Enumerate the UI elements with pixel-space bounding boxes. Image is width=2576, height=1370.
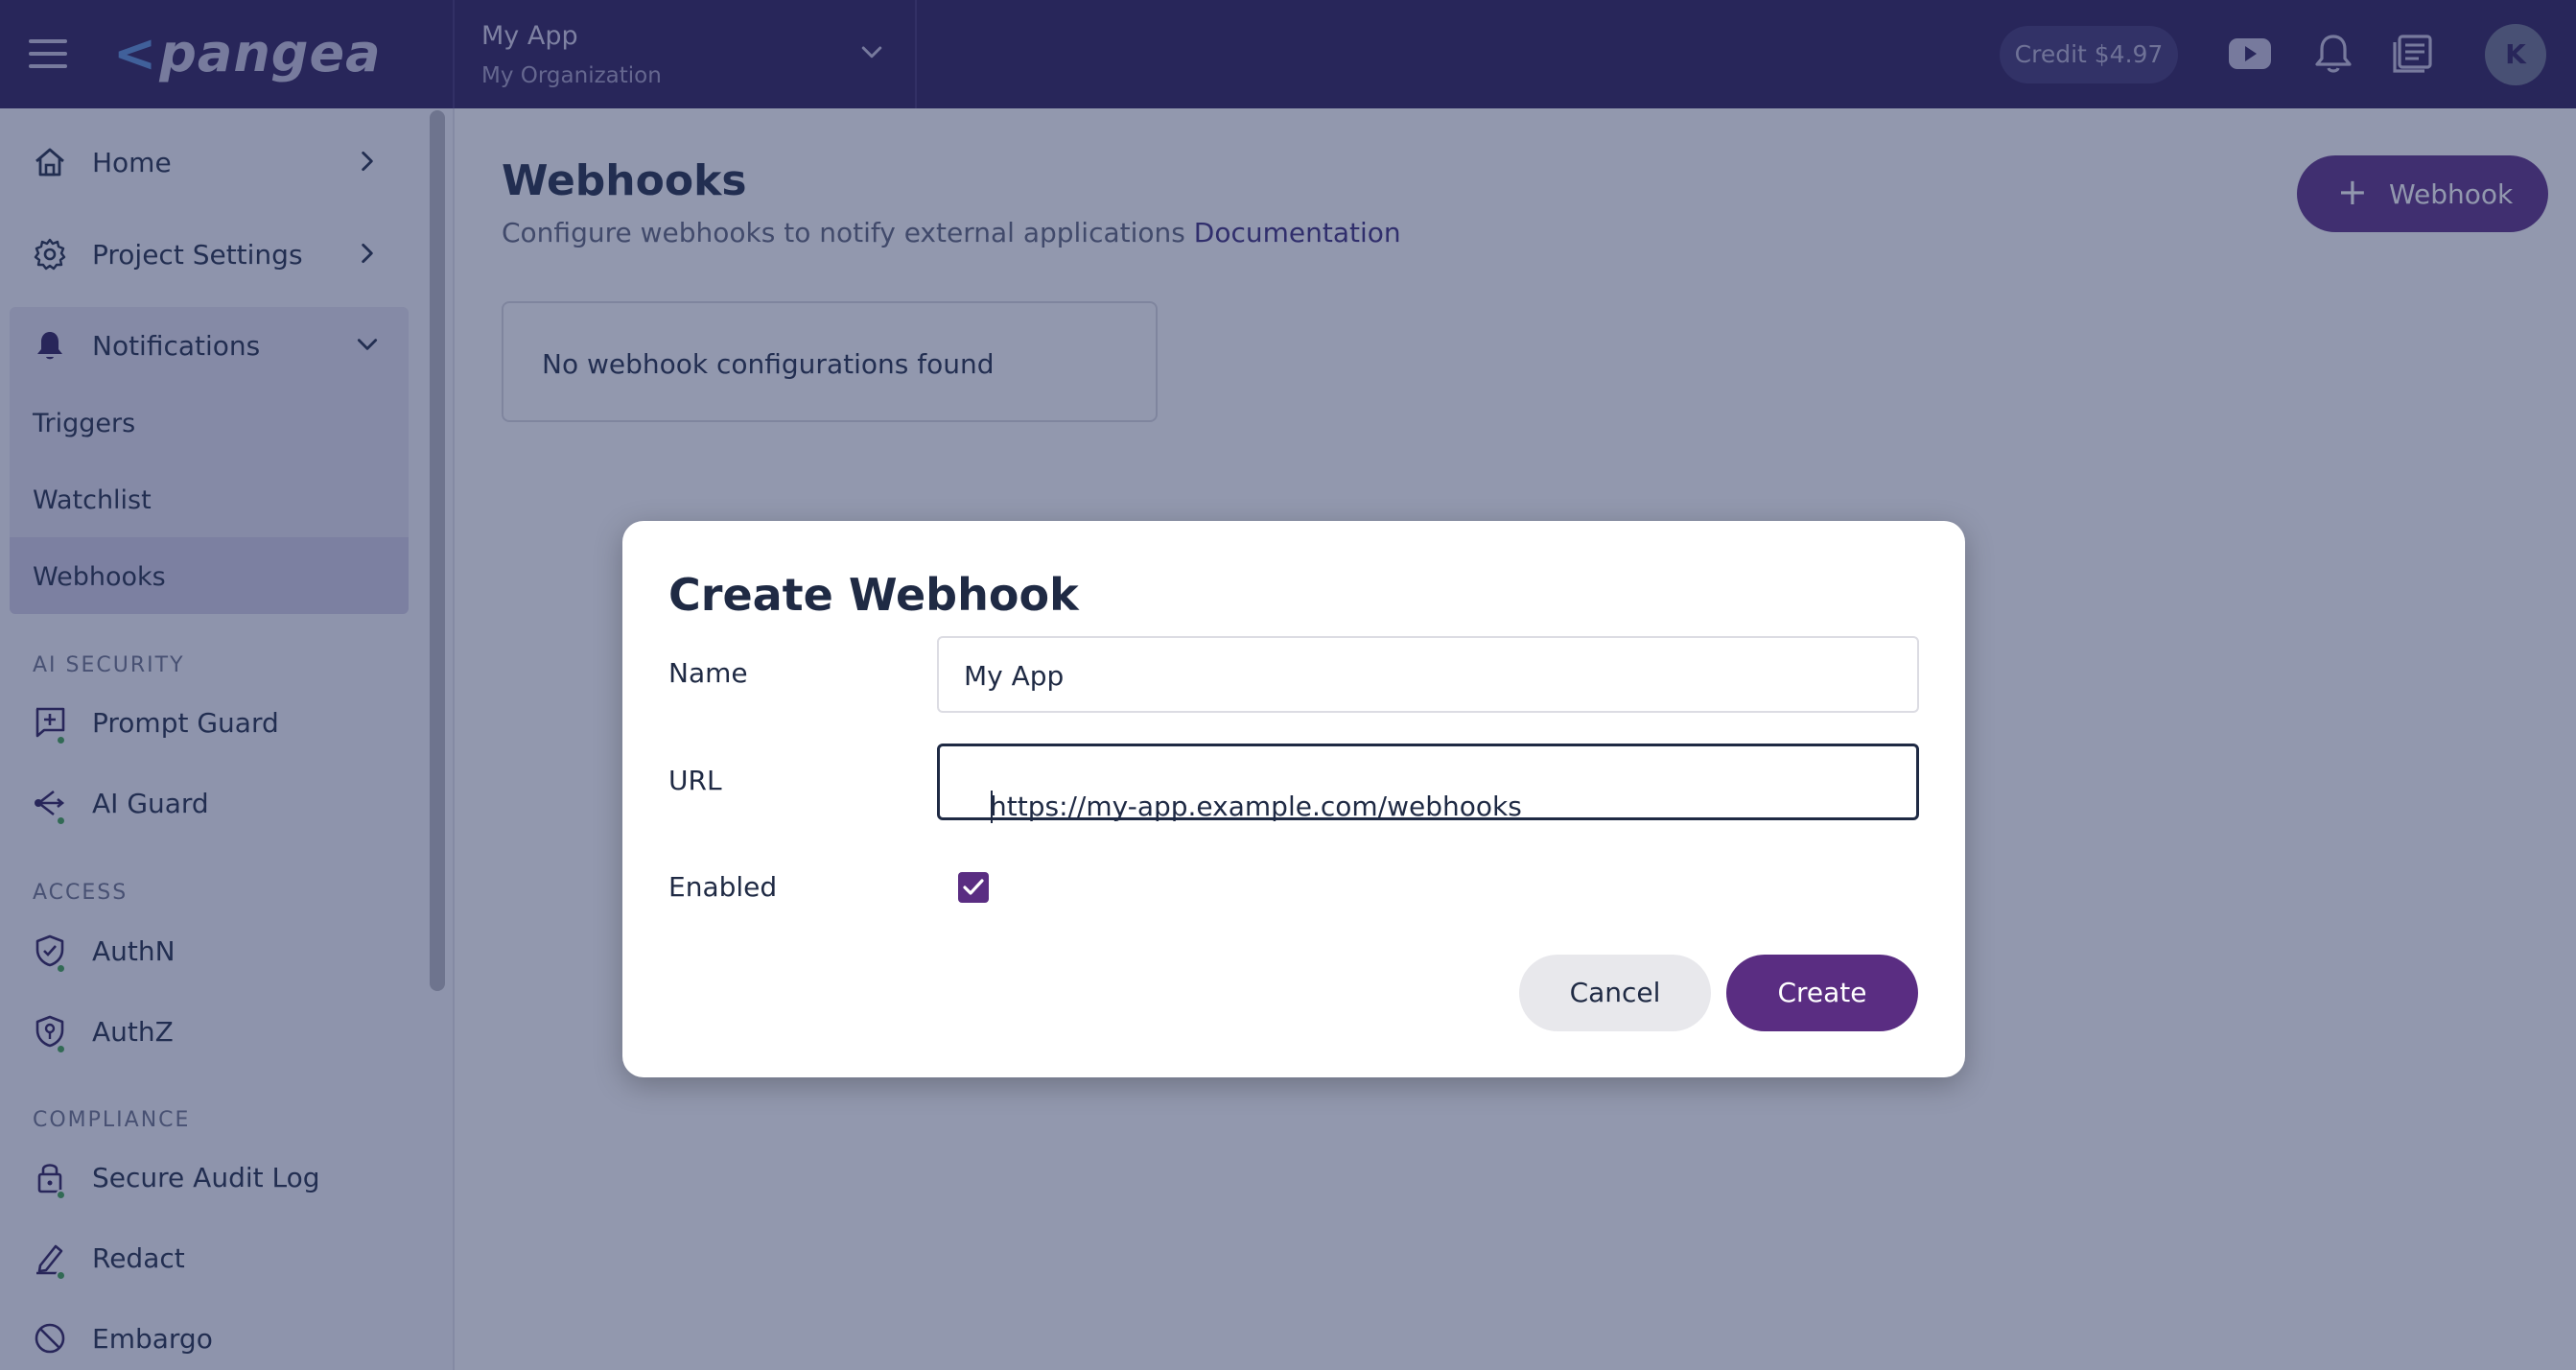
enabled-checkbox[interactable] <box>958 872 989 903</box>
name-field[interactable]: My App <box>937 636 1919 713</box>
url-value: https://my-app.example.com/webhooks <box>990 791 1522 822</box>
check-icon <box>963 879 984 895</box>
cancel-button[interactable]: Cancel <box>1519 955 1711 1031</box>
enabled-label: Enabled <box>668 871 778 903</box>
name-label: Name <box>668 657 748 689</box>
dialog-title: Create Webhook <box>668 569 1079 621</box>
text-caret <box>991 791 993 823</box>
url-label: URL <box>668 765 722 796</box>
create-webhook-dialog: Create Webhook Name My App URL https://m… <box>622 521 1965 1077</box>
create-button[interactable]: Create <box>1726 955 1918 1031</box>
name-value: My App <box>964 660 1065 692</box>
url-field[interactable]: https://my-app.example.com/webhooks <box>937 744 1919 823</box>
